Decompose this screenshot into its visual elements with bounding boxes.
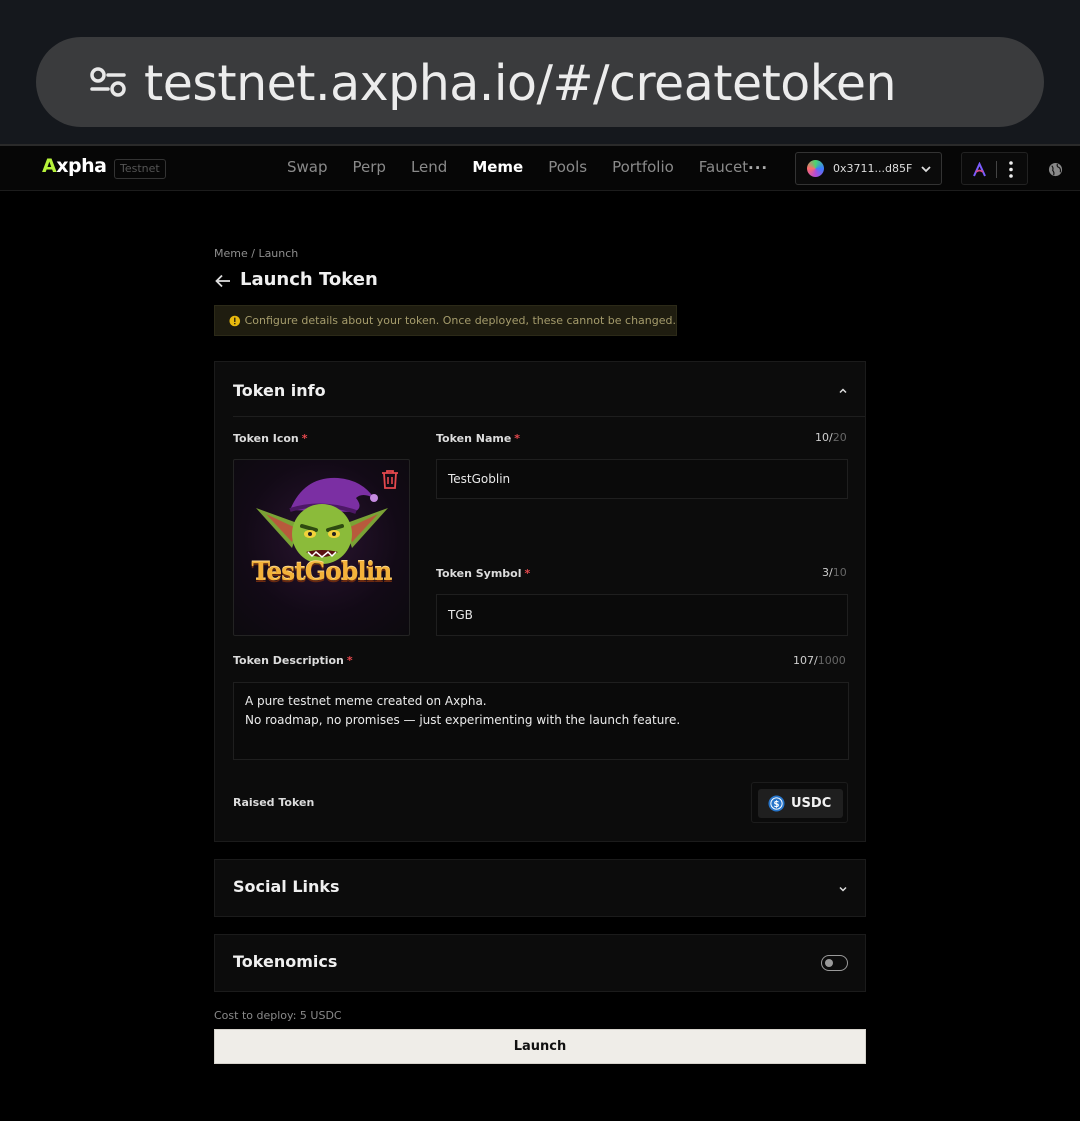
token-symbol-input[interactable]: TGB <box>436 594 848 636</box>
chevron-up-icon[interactable] <box>838 386 848 396</box>
back-arrow-icon[interactable] <box>214 272 232 290</box>
axpha-logo[interactable]: Axpha <box>42 155 107 177</box>
more-vertical-icon[interactable] <box>1009 161 1013 178</box>
token-name-label: Token Name * <box>436 432 521 445</box>
nav-link-lend[interactable]: Lend <box>411 158 447 176</box>
warning-notice: Configure details about your token. Once… <box>214 305 677 336</box>
raised-token-select[interactable]: $ USDC <box>751 782 848 823</box>
warning-icon <box>229 315 241 326</box>
page-title-text: Launch Token <box>240 269 378 290</box>
top-nav: Axpha Testnet Swap Perp Lend Meme Pools … <box>0 144 1080 191</box>
raised-token-chip: $ USDC <box>758 789 843 818</box>
notice-text: Configure details about your token. Once… <box>244 314 676 327</box>
account-tools <box>961 152 1028 185</box>
token-icon-upload[interactable]: TestGoblin <box>233 459 410 636</box>
usdc-icon: $ <box>768 795 785 812</box>
toggle-knob <box>825 959 833 967</box>
site-settings-icon[interactable] <box>90 67 126 97</box>
env-badge: Testnet <box>114 159 166 179</box>
token-name-input[interactable]: TestGoblin <box>436 459 848 499</box>
nav-link-pools[interactable]: Pools <box>548 158 587 176</box>
token-name-counter: 10/20 <box>815 431 847 444</box>
browser-toolbar: testnet.axpha.io/#/createtoken <box>0 0 1080 144</box>
social-links-section[interactable]: Social Links <box>214 859 866 917</box>
token-info-section: Token info Token Icon * TestGoblin Token… <box>214 361 866 842</box>
chevron-down-icon <box>921 166 931 173</box>
tokenomics-section: Tokenomics <box>214 934 866 992</box>
tokenomics-toggle[interactable] <box>821 955 848 971</box>
section-divider <box>233 416 865 417</box>
nav-link-portfolio[interactable]: Portfolio <box>612 158 674 176</box>
token-symbol-label: Token Symbol * <box>436 567 531 580</box>
wallet-button[interactable]: 0x3711...d85F <box>795 152 942 185</box>
wallet-avatar <box>807 160 824 177</box>
raised-token-label: Raised Token <box>233 796 315 809</box>
token-description-counter: 107/1000 <box>793 654 846 667</box>
divider <box>996 161 997 178</box>
wallet-address: 0x3711...d85F <box>833 162 913 175</box>
nav-more-button[interactable]: ... <box>748 155 768 173</box>
section-title-token-info: Token info <box>233 381 326 400</box>
breadcrumb: Meme / Launch <box>214 247 299 260</box>
raised-token-symbol: USDC <box>791 796 832 811</box>
url-text[interactable]: testnet.axpha.io/#/createtoken <box>144 55 897 112</box>
description-line: A pure testnet meme created on Axpha. <box>245 694 487 708</box>
globe-icon[interactable] <box>1048 162 1063 177</box>
arc-network-icon[interactable] <box>972 162 987 177</box>
trash-icon[interactable] <box>379 468 401 490</box>
address-bar[interactable]: testnet.axpha.io/#/createtoken <box>36 37 1044 127</box>
launch-button[interactable]: Launch <box>214 1029 866 1064</box>
nav-link-faucet[interactable]: Faucet <box>699 158 748 176</box>
description-line: No roadmap, no promises — just experimen… <box>245 713 681 727</box>
token-description-label: Token Description * <box>233 654 353 667</box>
chevron-down-icon[interactable] <box>838 884 848 894</box>
token-icon-label: Token Icon * <box>233 432 308 445</box>
section-title-tokenomics: Tokenomics <box>233 952 338 971</box>
deploy-cost-text: Cost to deploy: 5 USDC <box>214 1009 342 1022</box>
nav-link-swap[interactable]: Swap <box>287 158 328 176</box>
nav-link-perp[interactable]: Perp <box>353 158 386 176</box>
section-title-social-links: Social Links <box>233 877 340 896</box>
page-title: Launch Token <box>214 269 378 290</box>
nav-link-meme[interactable]: Meme <box>472 158 523 176</box>
svg-text:$: $ <box>774 800 780 810</box>
token-description-input[interactable]: A pure testnet meme created on Axpha. No… <box>233 682 849 760</box>
token-icon-caption: TestGoblin <box>251 557 393 586</box>
nav-links: Swap Perp Lend Meme Pools Portfolio Fauc… <box>287 158 773 176</box>
token-symbol-counter: 3/10 <box>822 566 847 579</box>
